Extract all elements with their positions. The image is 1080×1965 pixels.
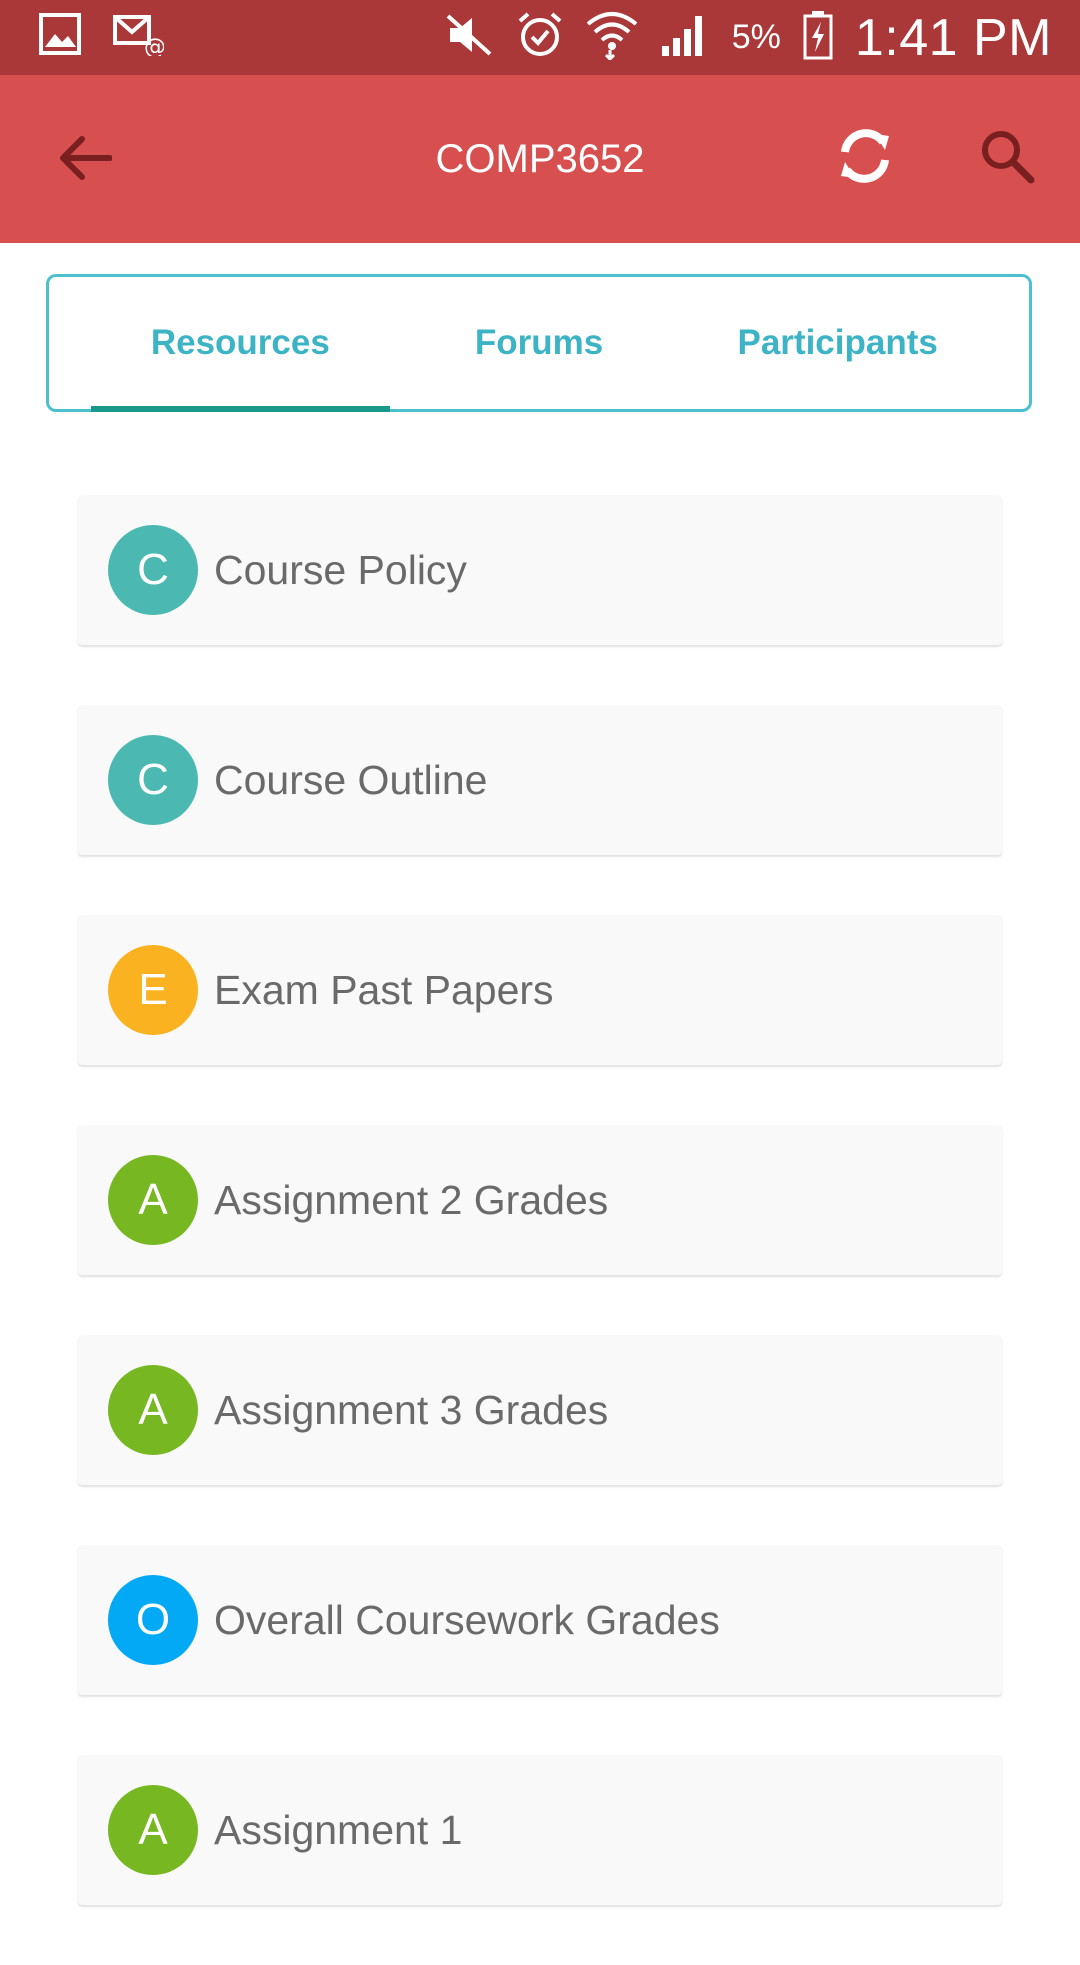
list-item-label: Exam Past Papers bbox=[214, 966, 554, 1013]
wifi-icon bbox=[586, 10, 638, 65]
avatar: O bbox=[108, 1575, 198, 1665]
page-title: COMP3652 bbox=[435, 137, 645, 181]
alarm-icon bbox=[516, 11, 564, 64]
svg-text:@: @ bbox=[144, 35, 164, 56]
tab-forums[interactable]: Forums bbox=[390, 277, 689, 409]
list-item[interactable]: A Assignment 3 Grades bbox=[78, 1335, 1002, 1485]
list-item-label: Overall Coursework Grades bbox=[214, 1596, 720, 1643]
tab-resources[interactable]: Resources bbox=[91, 277, 390, 412]
list-item[interactable]: C Course Outline bbox=[78, 705, 1002, 855]
list-item[interactable]: A Assignment 1 bbox=[78, 1755, 1002, 1905]
tab-label: Participants bbox=[737, 323, 938, 362]
tab-label: Resources bbox=[150, 323, 330, 362]
list-item-label: Course Policy bbox=[214, 546, 467, 593]
avatar: A bbox=[108, 1785, 198, 1875]
avatar: C bbox=[108, 525, 198, 615]
back-arrow-icon bbox=[58, 134, 113, 187]
avatar: A bbox=[108, 1365, 198, 1455]
tab-label: Forums bbox=[474, 323, 604, 362]
avatar: E bbox=[108, 945, 198, 1035]
list-item[interactable]: O Overall Coursework Grades bbox=[78, 1545, 1002, 1695]
status-time: 1:41 PM bbox=[854, 8, 1052, 67]
list-item[interactable]: A Assignment 2 Grades bbox=[78, 1125, 1002, 1275]
tab-participants[interactable]: Participants bbox=[688, 277, 987, 409]
list-item-label: Course Outline bbox=[214, 756, 488, 803]
refresh-button[interactable] bbox=[830, 123, 900, 193]
email-icon: @ bbox=[112, 12, 166, 61]
search-icon bbox=[979, 128, 1035, 189]
tab-bar: Resources Forums Participants bbox=[46, 274, 1032, 412]
status-right-icons: 5% 1:41 PM bbox=[444, 0, 1052, 75]
battery-percent: 5% bbox=[731, 18, 781, 56]
list-item-label: Assignment 2 Grades bbox=[214, 1176, 609, 1223]
search-button[interactable] bbox=[972, 123, 1042, 193]
back-button[interactable] bbox=[50, 125, 120, 195]
resource-list: C Course Policy C Course Outline E Exam … bbox=[78, 495, 1002, 1965]
avatar: C bbox=[108, 735, 198, 825]
list-item-label: Assignment 3 Grades bbox=[214, 1386, 609, 1433]
status-bar: @ 5% 1:41 PM bbox=[0, 0, 1080, 75]
list-item-label: Assignment 1 bbox=[214, 1806, 463, 1853]
battery-icon bbox=[803, 10, 833, 65]
list-item[interactable]: E Exam Past Papers bbox=[78, 915, 1002, 1065]
mute-icon bbox=[444, 12, 494, 63]
avatar: A bbox=[108, 1155, 198, 1245]
app-bar: COMP3652 bbox=[0, 75, 1080, 243]
list-item[interactable]: C Course Policy bbox=[78, 495, 1002, 645]
signal-icon bbox=[660, 12, 710, 63]
gallery-icon bbox=[38, 12, 82, 61]
refresh-icon bbox=[833, 124, 897, 193]
status-left-icons: @ bbox=[38, 12, 166, 61]
